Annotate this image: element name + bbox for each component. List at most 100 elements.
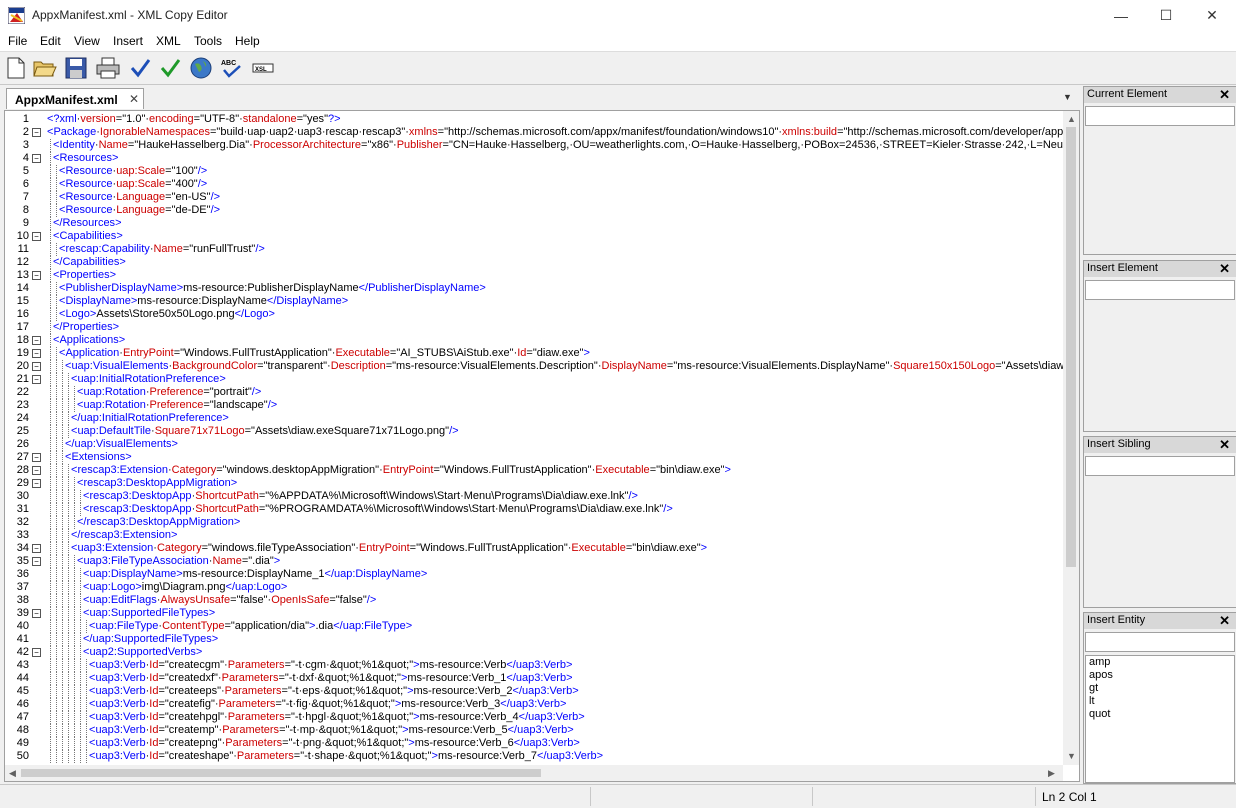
code-line[interactable]: 12 </Capabilities> <box>5 256 1063 269</box>
code-line[interactable]: 43 <uap3:Verb·Id="createcgm"·Parameters="… <box>5 659 1063 672</box>
validate-button[interactable] <box>158 56 182 80</box>
code-line[interactable]: 8 <Resource·Language="de-DE"/> <box>5 204 1063 217</box>
vertical-scroll-thumb[interactable] <box>1066 127 1076 567</box>
code-text[interactable]: <uap:Logo>img\Diagram.png</uap:Logo> <box>83 581 287 593</box>
code-text[interactable]: <uap3:Verb·Id="createcgm"·Parameters="-t… <box>89 659 572 671</box>
code-text[interactable]: <Resource·uap:Scale="100"/> <box>59 165 207 177</box>
code-text[interactable]: <uap:EditFlags·AlwaysUnsafe="false"·Open… <box>83 594 376 606</box>
close-icon[interactable]: ✕ <box>1219 261 1230 277</box>
code-text[interactable]: <uap2:SupportedVerbs> <box>83 646 202 658</box>
code-line[interactable]: 1 <?xml·version="1.0"·encoding="UTF-8"·st… <box>5 113 1063 126</box>
close-icon[interactable]: ✕ <box>1219 87 1230 103</box>
scroll-left-icon[interactable]: ◀ <box>9 768 16 779</box>
fold-toggle-icon[interactable]: − <box>32 453 41 462</box>
tab-close-icon[interactable]: ✕ <box>129 92 139 106</box>
menu-xml[interactable]: XML <box>156 34 181 48</box>
code-text[interactable]: <Logo>Assets\Store50x50Logo.png</Logo> <box>59 308 275 320</box>
menu-view[interactable]: View <box>74 34 100 48</box>
fold-toggle-icon[interactable]: − <box>32 544 41 553</box>
fold-toggle-icon[interactable]: − <box>32 466 41 475</box>
insert-sibling-field[interactable] <box>1085 456 1235 476</box>
fold-toggle-icon[interactable]: − <box>32 375 41 384</box>
code-text[interactable]: <uap3:Verb·Id="createeps"·Parameters="-t… <box>89 685 579 697</box>
save-button[interactable] <box>64 56 88 80</box>
entity-list[interactable]: amp apos gt lt quot <box>1085 655 1235 783</box>
fold-toggle-icon[interactable]: − <box>32 271 41 280</box>
code-line[interactable]: 48 <uap3:Verb·Id="createmp"·Parameters="-… <box>5 724 1063 737</box>
code-text[interactable]: <uap3:Verb·Id="createpng"·Parameters="-t… <box>89 737 580 749</box>
code-text[interactable]: <Resource·Language="de-DE"/> <box>59 204 220 216</box>
code-text[interactable]: </rescap3:Extension> <box>71 529 177 541</box>
new-document-button[interactable] <box>4 56 28 80</box>
code-text[interactable]: <PublisherDisplayName>ms-resource:Publis… <box>59 282 486 294</box>
code-text[interactable]: <Resource·uap:Scale="400"/> <box>59 178 207 190</box>
code-text[interactable]: <?xml·version="1.0"·encoding="UTF-8"·sta… <box>47 113 341 125</box>
code-text[interactable]: <uap:Rotation·Preference="landscape"/> <box>77 399 277 411</box>
code-line[interactable]: 16 <Logo>Assets\Store50x50Logo.png</Logo> <box>5 308 1063 321</box>
code-text[interactable]: </uap:SupportedFileTypes> <box>83 633 218 645</box>
code-line[interactable]: 17 </Properties> <box>5 321 1063 334</box>
horizontal-scrollbar[interactable]: ◀ ▶ <box>5 765 1063 781</box>
code-text[interactable]: </Properties> <box>53 321 119 333</box>
code-line[interactable]: 10− <Capabilities> <box>5 230 1063 243</box>
code-text[interactable]: <uap:DisplayName>ms-resource:DisplayName… <box>83 568 427 580</box>
code-line[interactable]: 14 <PublisherDisplayName>ms-resource:Publ… <box>5 282 1063 295</box>
code-line[interactable]: 41 </uap:SupportedFileTypes> <box>5 633 1063 646</box>
code-text[interactable]: <uap:InitialRotationPreference> <box>71 373 226 385</box>
fold-toggle-icon[interactable]: − <box>32 336 41 345</box>
fold-toggle-icon[interactable]: − <box>32 154 41 163</box>
code-text[interactable]: <uap3:Extension·Category="windows.fileTy… <box>71 542 707 554</box>
code-text[interactable]: </uap:InitialRotationPreference> <box>71 412 229 424</box>
code-text[interactable]: <Applications> <box>53 334 125 346</box>
insert-element-field[interactable] <box>1085 280 1235 300</box>
code-line[interactable]: 46 <uap3:Verb·Id="createfig"·Parameters="… <box>5 698 1063 711</box>
code-text[interactable]: <rescap3:DesktopApp·ShortcutPath="%PROGR… <box>83 503 673 515</box>
list-item[interactable]: amp <box>1089 656 1110 668</box>
code-text[interactable]: <rescap:Capability·Name="runFullTrust"/> <box>59 243 265 255</box>
scroll-up-icon[interactable]: ▲ <box>1067 114 1076 124</box>
code-line[interactable]: 34− <uap3:Extension·Category="windows.fil… <box>5 542 1063 555</box>
fold-toggle-icon[interactable]: − <box>32 648 41 657</box>
code-text[interactable]: <rescap3:DesktopAppMigration> <box>77 477 237 489</box>
menu-tools[interactable]: Tools <box>194 34 222 48</box>
print-button[interactable] <box>96 56 120 80</box>
code-text[interactable]: <Resource·Language="en-US"/> <box>59 191 220 203</box>
code-text[interactable]: <uap3:Verb·Id="createshape"·Parameters="… <box>89 750 603 762</box>
xml-editor[interactable]: 1 <?xml·version="1.0"·encoding="UTF-8"·st… <box>4 110 1080 782</box>
code-line[interactable]: 4− <Resources> <box>5 152 1063 165</box>
code-text[interactable]: <uap:SupportedFileTypes> <box>83 607 215 619</box>
list-item[interactable]: quot <box>1089 708 1110 720</box>
fold-toggle-icon[interactable]: − <box>32 609 41 618</box>
code-line[interactable]: 44 <uap3:Verb·Id="createdxf"·Parameters="… <box>5 672 1063 685</box>
code-line[interactable]: 18− <Applications> <box>5 334 1063 347</box>
menu-edit[interactable]: Edit <box>40 34 61 48</box>
scroll-down-icon[interactable]: ▼ <box>1067 751 1076 761</box>
browser-button[interactable] <box>189 56 213 80</box>
code-line[interactable]: 27− <Extensions> <box>5 451 1063 464</box>
close-icon[interactable]: ✕ <box>1219 613 1230 629</box>
list-item[interactable]: lt <box>1089 695 1095 707</box>
code-text[interactable]: <rescap3:DesktopApp·ShortcutPath="%APPDA… <box>83 490 638 502</box>
menu-insert[interactable]: Insert <box>113 34 143 48</box>
code-line[interactable]: 19− <Application·EntryPoint="Windows.Full… <box>5 347 1063 360</box>
code-line[interactable]: 26 </uap:VisualElements> <box>5 438 1063 451</box>
code-text[interactable]: <uap3:Verb·Id="createmp"·Parameters="-t·… <box>89 724 574 736</box>
code-line[interactable]: 39− <uap:SupportedFileTypes> <box>5 607 1063 620</box>
code-text[interactable]: <rescap3:Extension·Category="windows.des… <box>71 464 731 476</box>
code-line[interactable]: 6 <Resource·uap:Scale="400"/> <box>5 178 1063 191</box>
code-line[interactable]: 11 <rescap:Capability·Name="runFullTrust"… <box>5 243 1063 256</box>
code-text[interactable]: </rescap3:DesktopAppMigration> <box>77 516 240 528</box>
code-line[interactable]: 47 <uap3:Verb·Id="createhpgl"·Parameters=… <box>5 711 1063 724</box>
code-line[interactable]: 50 <uap3:Verb·Id="createshape"·Parameters… <box>5 750 1063 763</box>
code-text[interactable]: <Identity·Name="HaukeHasselberg.Dia"·Pro… <box>53 139 1063 151</box>
code-text[interactable]: <DisplayName>ms-resource:DisplayName</Di… <box>59 295 348 307</box>
code-line[interactable]: 5 <Resource·uap:Scale="100"/> <box>5 165 1063 178</box>
code-line[interactable]: 15 <DisplayName>ms-resource:DisplayName</… <box>5 295 1063 308</box>
code-line[interactable]: 30 <rescap3:DesktopApp·ShortcutPath="%APP… <box>5 490 1063 503</box>
code-text[interactable]: <Application·EntryPoint="Windows.FullTru… <box>59 347 590 359</box>
code-line[interactable]: 36 <uap:DisplayName>ms-resource:DisplayNa… <box>5 568 1063 581</box>
fold-toggle-icon[interactable]: − <box>32 128 41 137</box>
code-line[interactable]: 29− <rescap3:DesktopAppMigration> <box>5 477 1063 490</box>
open-button[interactable] <box>33 56 57 80</box>
code-line[interactable]: 38 <uap:EditFlags·AlwaysUnsafe="false"·Op… <box>5 594 1063 607</box>
